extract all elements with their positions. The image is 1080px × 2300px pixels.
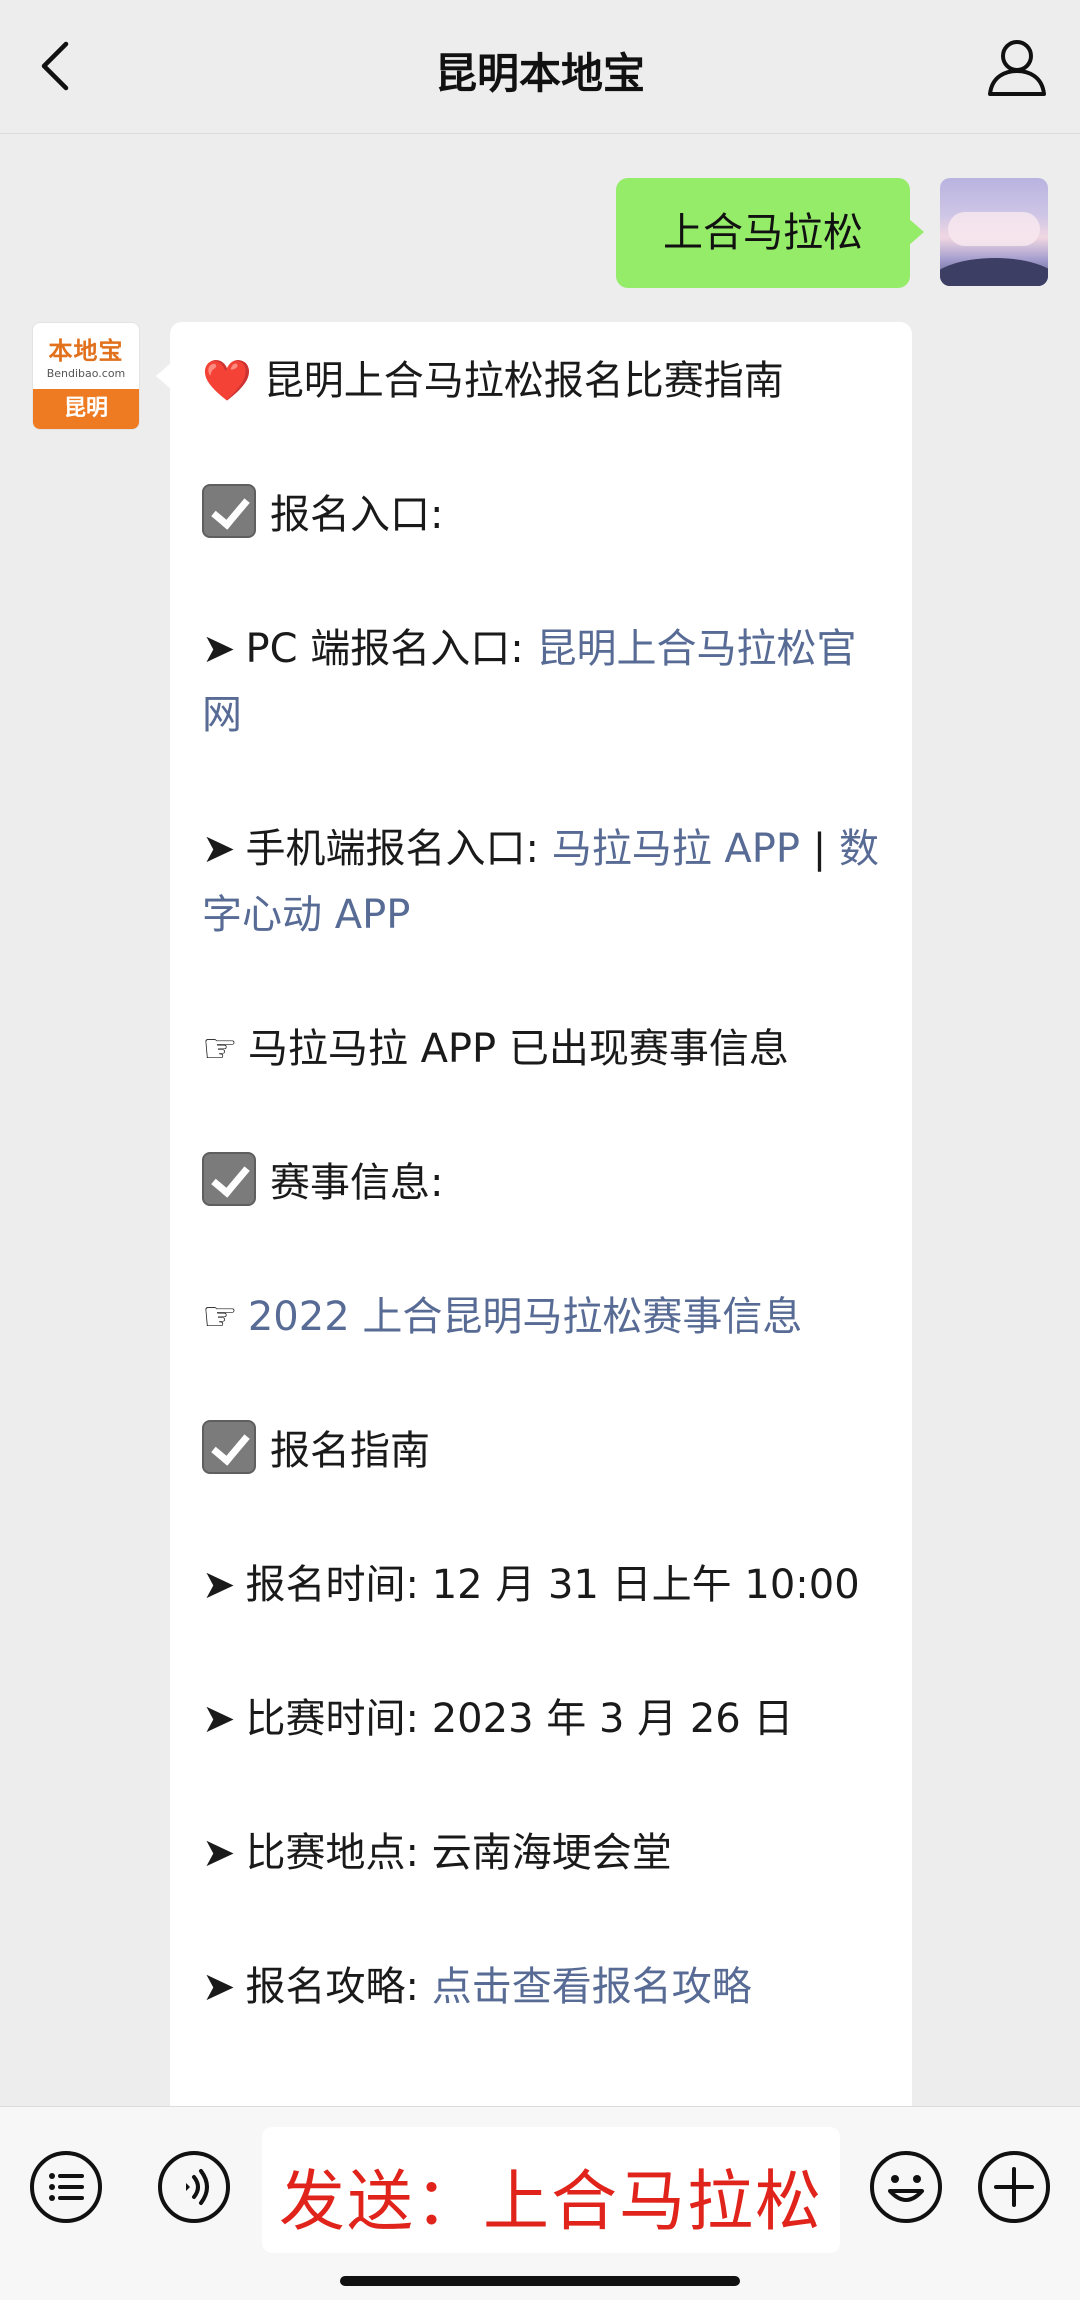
race-time-label: 比赛时间: bbox=[245, 1696, 419, 1742]
arrow-right-icon: ➤ bbox=[202, 1562, 236, 1608]
avatar-cloud-shape bbox=[948, 212, 1040, 246]
arrow-right-icon: ➤ bbox=[202, 826, 236, 872]
checkbox-icon bbox=[202, 484, 256, 538]
event-info-link[interactable]: 2022 上合昆明马拉松赛事信息 bbox=[248, 1294, 803, 1340]
registration-time-label: 报名时间: bbox=[245, 1562, 419, 1608]
person-icon bbox=[988, 40, 1046, 96]
mobile-entry: ➤ 手机端报名入口: 马拉马拉 APP | 数字心动 APP bbox=[202, 816, 882, 948]
emoji-button[interactable] bbox=[868, 2149, 944, 2225]
more-actions-button[interactable] bbox=[976, 2149, 1052, 2225]
heart-icon: ❤️ bbox=[202, 358, 252, 404]
registration-time-value: 12 月 31 日上午 10:00 bbox=[431, 1562, 860, 1608]
race-venue-value: 云南海埂会堂 bbox=[431, 1830, 672, 1876]
mobile-entry-label: 手机端报名入口: bbox=[245, 826, 539, 872]
app-note-text: 马拉马拉 APP 已出现赛事信息 bbox=[247, 1026, 789, 1072]
message-title-text: 昆明上合马拉松报名比赛指南 bbox=[263, 358, 784, 404]
avatar-site-text: Bendibao.com bbox=[46, 367, 126, 380]
outgoing-message[interactable]: 上合马拉松 bbox=[616, 178, 924, 288]
voice-button[interactable] bbox=[156, 2149, 232, 2225]
section-heading: 报名入口: bbox=[270, 492, 444, 538]
link-separator: | bbox=[812, 826, 827, 872]
list-icon bbox=[30, 2151, 102, 2223]
section-event-info: 赛事信息: bbox=[202, 1150, 882, 1216]
section-registration: 报名入口: bbox=[202, 482, 882, 548]
mobile-entry-link-1[interactable]: 马拉马拉 APP bbox=[552, 826, 800, 872]
my-avatar[interactable] bbox=[940, 178, 1048, 286]
menu-button[interactable] bbox=[28, 2149, 104, 2225]
arrow-right-icon: ➤ bbox=[202, 626, 236, 672]
profile-button[interactable] bbox=[982, 36, 1052, 100]
race-venue-label: 比赛地点: bbox=[245, 1830, 419, 1876]
registration-guide: ➤ 报名攻略: 点击查看报名攻略 bbox=[202, 1954, 882, 2020]
pointing-hand-icon: ☞ bbox=[202, 1026, 238, 1072]
message-input-text: 发送：上合马拉松 bbox=[279, 2163, 823, 2240]
message-input[interactable]: 发送：上合马拉松 bbox=[262, 2127, 840, 2253]
registration-guide-label: 报名攻略: bbox=[245, 1964, 419, 2010]
arrow-right-icon: ➤ bbox=[202, 1830, 236, 1876]
chat-input-bar: 发送：上合马拉松 bbox=[0, 2106, 1080, 2300]
avatar-hill-shape bbox=[940, 258, 1048, 286]
arrow-right-icon: ➤ bbox=[202, 1696, 236, 1742]
section-heading: 赛事信息: bbox=[270, 1160, 444, 1206]
account-avatar[interactable]: 本地宝 Bendibao.com 昆明 bbox=[32, 322, 140, 430]
incoming-message: ❤️ 昆明上合马拉松报名比赛指南 报名入口: ➤ PC 端报名入口: 昆明上合马拉松… bbox=[156, 322, 912, 2122]
app-note: ☞ 马拉马拉 APP 已出现赛事信息 bbox=[202, 1016, 882, 1082]
pc-entry: ➤ PC 端报名入口: 昆明上合马拉松官网 bbox=[202, 616, 882, 748]
message-title: ❤️ 昆明上合马拉松报名比赛指南 bbox=[202, 348, 882, 414]
checkbox-icon bbox=[202, 1152, 256, 1206]
section-guide: 报名指南 bbox=[202, 1418, 882, 1484]
page-title: 昆明本地宝 bbox=[434, 49, 645, 98]
race-time: ➤ 比赛时间: 2023 年 3 月 26 日 bbox=[202, 1686, 882, 1752]
pc-entry-label: PC 端报名入口: bbox=[245, 626, 524, 672]
plus-circle-icon bbox=[978, 2151, 1050, 2223]
avatar-city-label: 昆明 bbox=[33, 389, 139, 429]
nav-header: 昆明本地宝 bbox=[0, 0, 1080, 134]
event-info-entry: ☞ 2022 上合昆明马拉松赛事信息 bbox=[202, 1284, 882, 1350]
pointing-hand-icon: ☞ bbox=[202, 1294, 238, 1340]
section-heading: 报名指南 bbox=[270, 1428, 430, 1474]
avatar-logo-text: 本地宝 bbox=[48, 337, 124, 365]
race-venue: ➤ 比赛地点: 云南海埂会堂 bbox=[202, 1820, 882, 1886]
smiley-icon bbox=[870, 2151, 942, 2223]
race-time-value: 2023 年 3 月 26 日 bbox=[431, 1696, 794, 1742]
voice-icon bbox=[158, 2151, 230, 2223]
registration-guide-link[interactable]: 点击查看报名攻略 bbox=[432, 1964, 752, 2010]
home-indicator[interactable] bbox=[340, 2276, 740, 2286]
registration-time: ➤ 报名时间: 12 月 31 日上午 10:00 bbox=[202, 1552, 882, 1618]
arrow-right-icon: ➤ bbox=[202, 1964, 236, 2010]
checkbox-icon bbox=[202, 1420, 256, 1474]
